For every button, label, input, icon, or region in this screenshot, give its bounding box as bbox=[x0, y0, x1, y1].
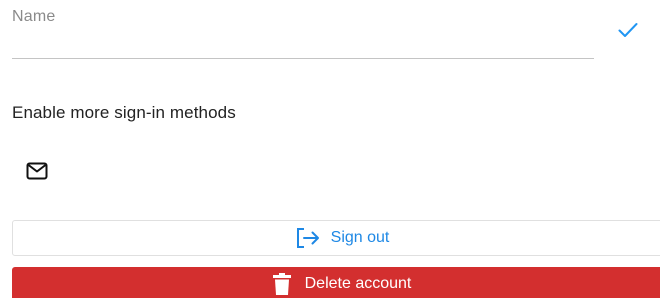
confirm-button[interactable] bbox=[616, 18, 640, 42]
sign-out-label: Sign out bbox=[330, 229, 390, 246]
delete-account-button[interactable]: Delete account bbox=[12, 267, 660, 298]
mail-icon bbox=[26, 162, 48, 180]
check-icon bbox=[618, 22, 638, 38]
name-field[interactable]: Name bbox=[12, 0, 594, 59]
delete-account-label: Delete account bbox=[304, 274, 412, 292]
trash-icon bbox=[272, 272, 291, 295]
sign-out-button[interactable]: Sign out bbox=[12, 220, 660, 256]
name-placeholder: Name bbox=[12, 8, 56, 25]
sign-out-icon bbox=[295, 227, 321, 249]
sign-in-methods-title: Enable more sign-in methods bbox=[12, 103, 236, 122]
account-settings-panel: Name Enable more sign-in methods Sign ou… bbox=[0, 0, 660, 298]
email-sign-in-button[interactable] bbox=[24, 160, 50, 182]
